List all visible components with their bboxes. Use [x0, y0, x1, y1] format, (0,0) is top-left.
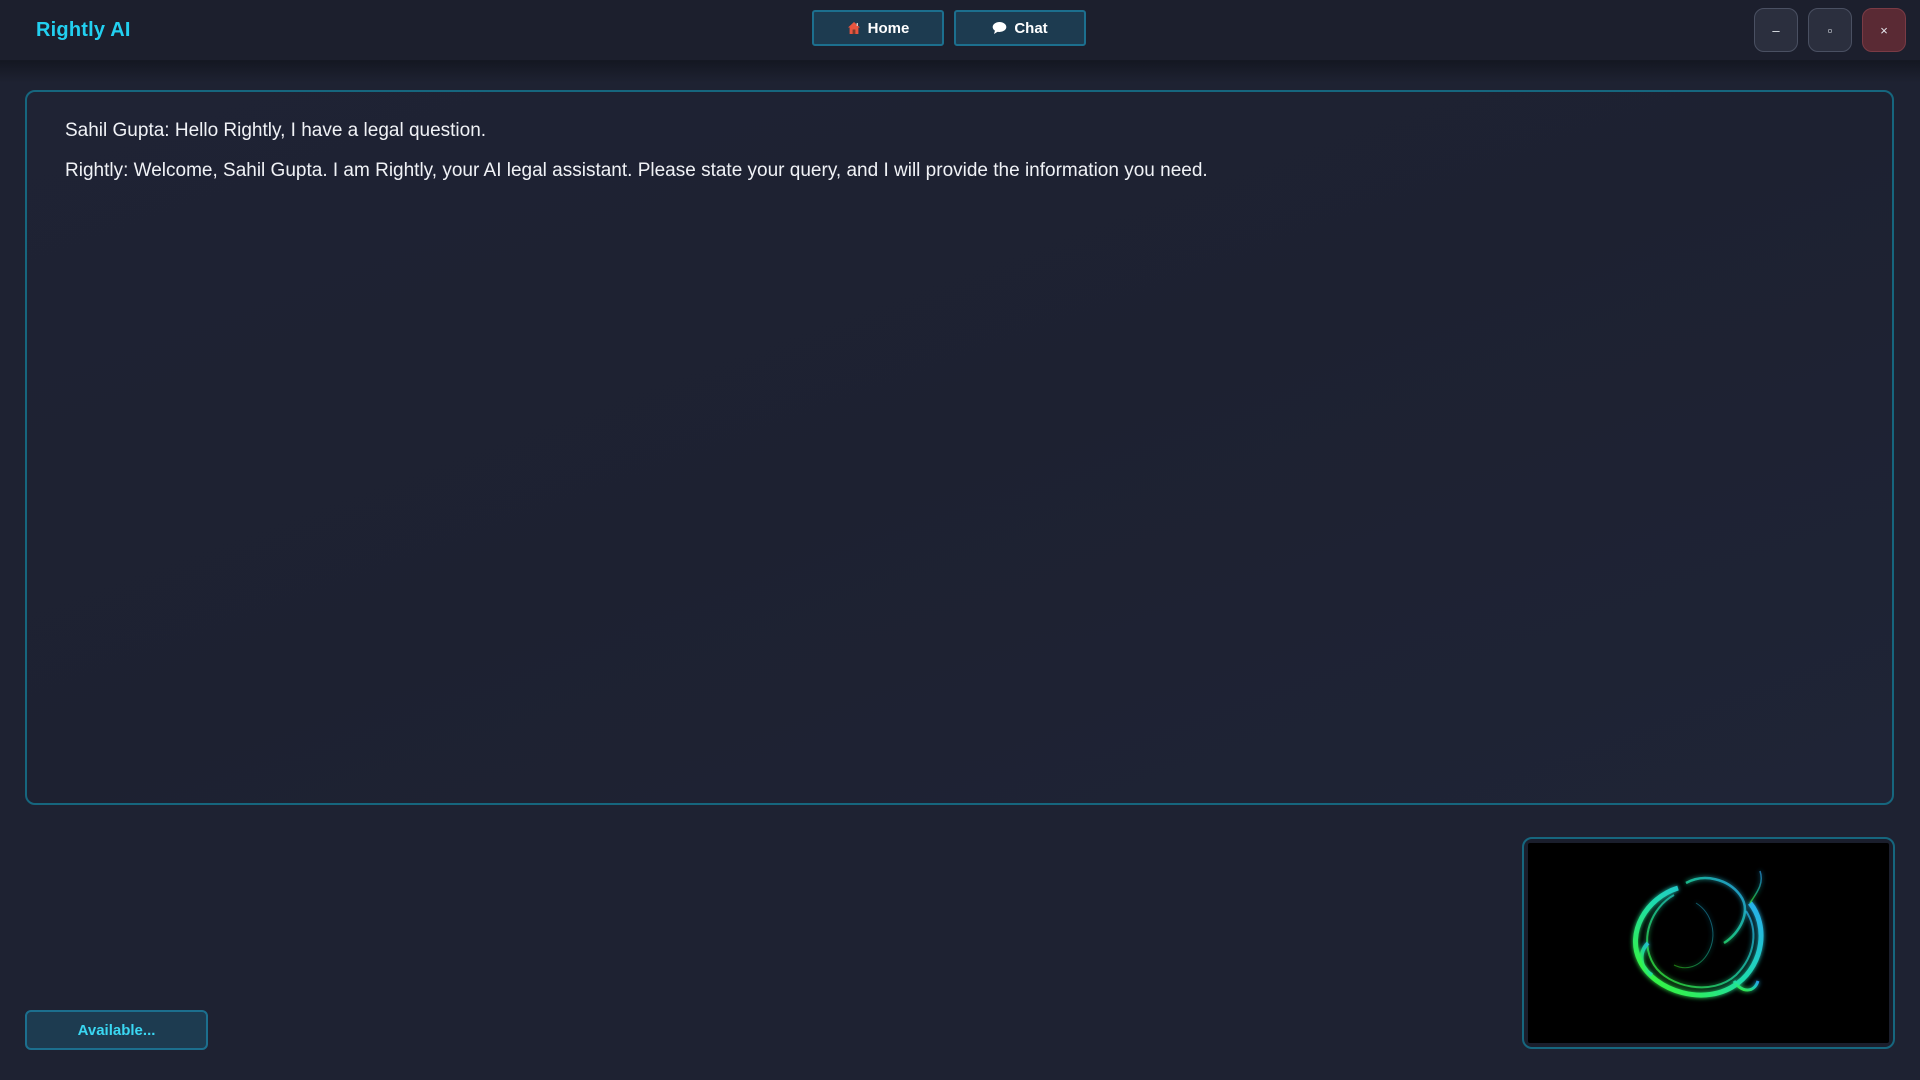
- close-button[interactable]: ×: [1862, 8, 1906, 52]
- voice-visualizer: [1522, 837, 1895, 1049]
- window-controls: – ▫ ×: [1754, 8, 1906, 52]
- chat-message: Sahil Gupta: Hello Rightly, I have a leg…: [65, 120, 487, 141]
- status-button[interactable]: Available...: [25, 1010, 208, 1050]
- house-icon: [847, 21, 861, 35]
- chat-log[interactable]: Sahil Gupta: Hello Rightly, I have a leg…: [25, 90, 1894, 805]
- home-button[interactable]: Home: [812, 10, 944, 46]
- home-button-label: Home: [867, 19, 910, 37]
- minimize-button[interactable]: –: [1754, 8, 1798, 52]
- maximize-button[interactable]: ▫: [1808, 8, 1852, 52]
- app-title: Rightly AI: [36, 19, 131, 41]
- visualizer-canvas: [1528, 843, 1889, 1043]
- chat-message: Rightly: Welcome, Sahil Gupta. I am Righ…: [65, 160, 1208, 181]
- speech-bubble-icon: [992, 21, 1007, 35]
- energy-swirl-icon: [1633, 870, 1764, 998]
- chat-button[interactable]: Chat: [954, 10, 1086, 46]
- nav-tabs: Home Chat: [812, 10, 1086, 46]
- title-bar: Rightly AI Home Chat – ▫ ×: [0, 0, 1920, 61]
- chat-button-label: Chat: [1014, 19, 1048, 37]
- header-shadow: [0, 61, 1920, 83]
